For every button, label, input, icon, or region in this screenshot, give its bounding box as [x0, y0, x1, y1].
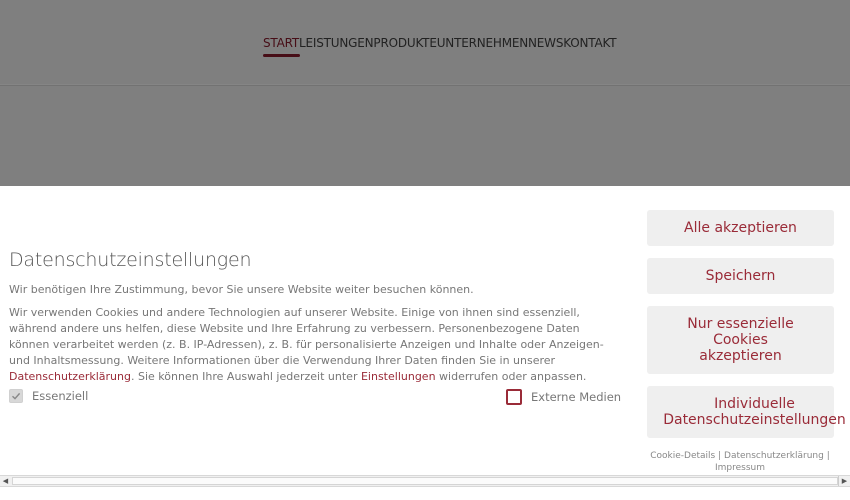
- individual-settings-button[interactable]: Individuelle Datenschutzeinstellungen: [647, 386, 846, 438]
- save-button[interactable]: Speichern: [647, 258, 834, 294]
- bottom-strip: [0, 487, 850, 500]
- privacy-policy-link[interactable]: Datenschutzerklärung: [9, 370, 131, 383]
- modal-overlay: [0, 0, 850, 186]
- consent-title: Datenschutzeinstellungen: [9, 249, 252, 271]
- external-media-checkbox-row[interactable]: Externe Medien: [506, 389, 621, 405]
- scroll-right-arrow-icon[interactable]: ▶: [838, 476, 850, 486]
- individual-line-1: Individuelle: [714, 396, 795, 412]
- cookie-details-link[interactable]: Cookie-Details: [650, 451, 715, 461]
- consent-intro: Wir benötigen Ihre Zustimmung, bevor Sie…: [9, 283, 474, 296]
- essential-checkbox-label: Essenziell: [32, 389, 89, 403]
- scrollbar-thumb[interactable]: [12, 477, 838, 485]
- footer-separator-2: |: [826, 451, 830, 461]
- overlay-divider: [0, 84, 850, 85]
- privacy-consent-panel: Datenschutzeinstellungen Wir benötigen I…: [0, 186, 850, 476]
- imprint-link[interactable]: Impressum: [715, 463, 765, 473]
- consent-footer-links: Cookie-Details | Datenschutzerklärung | …: [650, 450, 830, 474]
- external-media-checkbox-label: Externe Medien: [531, 390, 622, 404]
- essential-only-line-2: Cookies: [713, 332, 768, 348]
- scroll-left-arrow-icon[interactable]: ◀: [0, 476, 11, 486]
- individual-line-2: Datenschutzeinstellungen: [663, 412, 846, 428]
- checkmark-icon: [12, 392, 21, 400]
- essential-checkbox[interactable]: [9, 389, 23, 403]
- consent-body-part2: . Sie können Ihre Auswahl jederzeit unte…: [130, 370, 361, 383]
- accept-essential-only-button[interactable]: Nur essenzielle Cookies akzeptieren: [647, 306, 834, 374]
- essential-only-line-1: Nur essenzielle: [687, 316, 794, 332]
- settings-link[interactable]: Einstellungen: [361, 370, 436, 383]
- footer-separator-1: |: [718, 451, 722, 461]
- external-media-checkbox[interactable]: [506, 389, 522, 405]
- footer-privacy-link[interactable]: Datenschutzerklärung: [724, 451, 824, 461]
- consent-body-part1: Wir verwenden Cookies und andere Technol…: [9, 306, 604, 367]
- essential-checkbox-row[interactable]: Essenziell: [9, 389, 88, 403]
- essential-only-line-3: akzeptieren: [699, 348, 782, 364]
- consent-body-part3: widerrufen oder anpassen.: [435, 370, 587, 383]
- consent-body: Wir verwenden Cookies und andere Technol…: [9, 305, 619, 385]
- accept-all-button[interactable]: Alle akzeptieren: [647, 210, 834, 246]
- horizontal-scrollbar[interactable]: ◀ ▶: [0, 475, 850, 487]
